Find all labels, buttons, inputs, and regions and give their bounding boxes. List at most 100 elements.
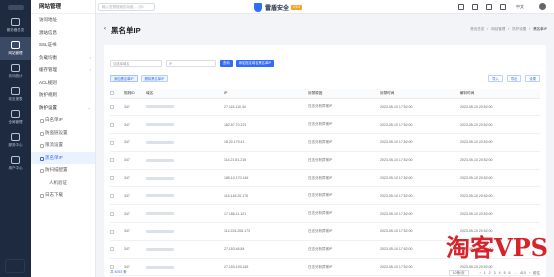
import-button[interactable]: 导入 [488, 75, 503, 82]
cell-rule-id: 347 [124, 98, 146, 117]
domain-select[interactable]: 请选择域名 [110, 60, 162, 67]
language-switch[interactable]: 中文 [516, 4, 524, 10]
delete-blacklist-button[interactable]: 删除黑名单IP [140, 75, 169, 82]
submenu-item-label: 防护规则 [39, 92, 57, 97]
page-button[interactable]: 4 [499, 271, 501, 275]
sub-navigation: 网站管理 访问地址 源站信息 SSL证书 负载均衡 › 缓存管理 › ACL规则 防护规则 防护设… [31, 0, 96, 277]
row-checkbox[interactable] [110, 240, 124, 259]
row-checkbox[interactable] [110, 186, 124, 206]
page-button[interactable]: 6 [509, 271, 511, 275]
rail-item[interactable]: 访问统计 [0, 60, 31, 83]
page-button[interactable]: › [529, 271, 530, 275]
page-button[interactable]: 5 [504, 271, 506, 275]
row-checkbox[interactable] [110, 98, 124, 117]
website-icon [11, 41, 20, 49]
submenu-item[interactable]: 防扫描配置 [31, 164, 95, 177]
cell-ip: 114.224.206.173 [224, 222, 308, 241]
table-row[interactable]: 347 27.116.110.34 日志分析异常IP 2023-05-10 17:52… [110, 98, 540, 117]
row-checkbox[interactable] [110, 151, 124, 170]
breadcrumb-item[interactable]: 网站管理 [491, 27, 505, 32]
cell-reason: 日志分析异常IP [308, 133, 380, 152]
row-checkbox[interactable] [110, 115, 124, 135]
cell-ip: 18.20.179.41 [224, 133, 308, 152]
page-size-select[interactable]: 10条/页 [448, 270, 469, 276]
export-button[interactable]: 导出 [506, 75, 522, 82]
rail-logo [0, 0, 31, 14]
submenu-item[interactable]: 限流设置 [31, 139, 95, 152]
back-arrow-icon[interactable]: ‹ [104, 26, 106, 32]
submenu-item[interactable]: 防护设置 ⌄ [31, 102, 95, 115]
page-button[interactable]: ‹ [480, 271, 481, 275]
cell-domain-redacted [146, 186, 224, 206]
submenu-item[interactable]: 人机验证 [31, 177, 95, 190]
table-row[interactable]: 347 116.145.20.176 日志分析异常IP 2023-05-10 17:5… [110, 186, 540, 206]
stats-icon [11, 64, 20, 72]
rail-item[interactable]: 服务中心 [0, 129, 31, 152]
rail-item-label: 攻击报表 [8, 97, 23, 101]
submenu-item[interactable]: 日志下载 [31, 189, 95, 202]
breadcrumb-item[interactable]: 防护设置 [512, 27, 526, 32]
ip-input[interactable]: IP [166, 60, 216, 67]
submenu-item[interactable]: 缓存管理 › [31, 64, 95, 77]
refresh-icon[interactable] [458, 4, 464, 10]
submenu-item-label: SSL证书 [39, 42, 57, 47]
row-checkbox[interactable] [110, 133, 124, 152]
avatar[interactable] [539, 3, 546, 10]
row-checkbox[interactable] [110, 204, 124, 224]
submenu-item-label: 访问地址 [39, 17, 57, 22]
submenu-item[interactable]: 访问地址 [31, 14, 95, 27]
rail-item[interactable]: 攻击报表 [0, 83, 31, 106]
cell-domain-redacted [146, 98, 224, 117]
breadcrumb-item[interactable]: 首页总览 [470, 27, 484, 32]
global-search-input[interactable]: 输入您想搜索的功能… ⌘K [98, 3, 155, 11]
row-checkbox[interactable] [110, 169, 124, 188]
cell-rule-id: 347 [124, 222, 146, 241]
page-button[interactable]: 2 [489, 271, 491, 275]
page-button[interactable]: … [513, 271, 517, 275]
fullscreen-icon[interactable] [486, 4, 492, 10]
table-row[interactable]: 347 185.10.170.146 日志分析异常IP 2023-05-10 17:5… [110, 169, 540, 188]
page-button[interactable]: 410 [520, 271, 526, 275]
select-all-checkbox[interactable] [110, 89, 124, 99]
table-row[interactable]: 347 182.57.70.221 日志分析异常IP 2023-05-10 17:52… [110, 115, 540, 135]
submenu-item[interactable]: 防盗链设置 [31, 127, 95, 140]
table-row[interactable]: 347 18.20.179.41 日志分析异常IP 2023-05-10 17:52:… [110, 133, 540, 152]
cell-domain-redacted [146, 151, 224, 170]
total-count: 共 4093 条 [110, 270, 127, 274]
user-icon [11, 156, 20, 164]
submenu-item[interactable]: 黑名单IP [31, 151, 95, 164]
chevron-icon: › [89, 54, 91, 60]
global-icon [11, 110, 20, 118]
settings-button[interactable]: 设置 [525, 75, 540, 82]
rail-item[interactable]: 服务器总览 [0, 14, 31, 37]
cell-reason: 日志分析异常IP [308, 115, 380, 135]
submenu-item[interactable]: 防护规则 [31, 89, 95, 102]
rail-item-label: 访问统计 [8, 74, 23, 78]
submenu-item[interactable]: 源站信息 [31, 27, 95, 40]
page-button[interactable]: 3 [494, 271, 496, 275]
submenu-item[interactable]: 负载均衡 › [31, 52, 95, 65]
submenu-item[interactable]: SSL证书 [31, 39, 95, 52]
page-button[interactable]: 1 [484, 271, 486, 275]
chevron-icon: ⌄ [87, 104, 91, 110]
submenu-item[interactable]: 白名单IP [31, 114, 95, 127]
table-row[interactable]: 347 114.21.81.215 日志分析异常IP 2023-05-10 17:52… [110, 151, 540, 170]
code-icon[interactable] [472, 4, 478, 10]
table-row[interactable]: 347 17.186.11.121 日志分析异常IP 2023-05-10 17:52… [110, 204, 540, 224]
toolbar-icons [450, 4, 506, 10]
submenu-item[interactable]: ACL规则 [31, 77, 95, 90]
rail-item[interactable]: 全局管理 [0, 106, 31, 129]
cell-domain-redacted [146, 115, 224, 135]
watermark-text: 淘客VPS [446, 233, 548, 262]
cell-unban-time: 2023-05-10 20:52:00 [460, 186, 540, 206]
submenu-item-label: 源站信息 [39, 29, 57, 35]
search-button[interactable]: 查询 [220, 60, 233, 67]
breadcrumb-current: 黑名单IP [533, 27, 547, 31]
row-checkbox[interactable] [110, 222, 124, 241]
add-domain-blacklist-button[interactable]: 添加指定域名黑名单IP [235, 60, 275, 67]
submenu-item-label: 防盗链设置 [45, 129, 68, 135]
add-blacklist-button[interactable]: 添加黑名单IP [110, 75, 138, 82]
rail-item[interactable]: 网站管理 [0, 37, 31, 60]
notification-icon[interactable] [500, 4, 506, 10]
rail-item[interactable]: 用户中心 [0, 152, 31, 175]
